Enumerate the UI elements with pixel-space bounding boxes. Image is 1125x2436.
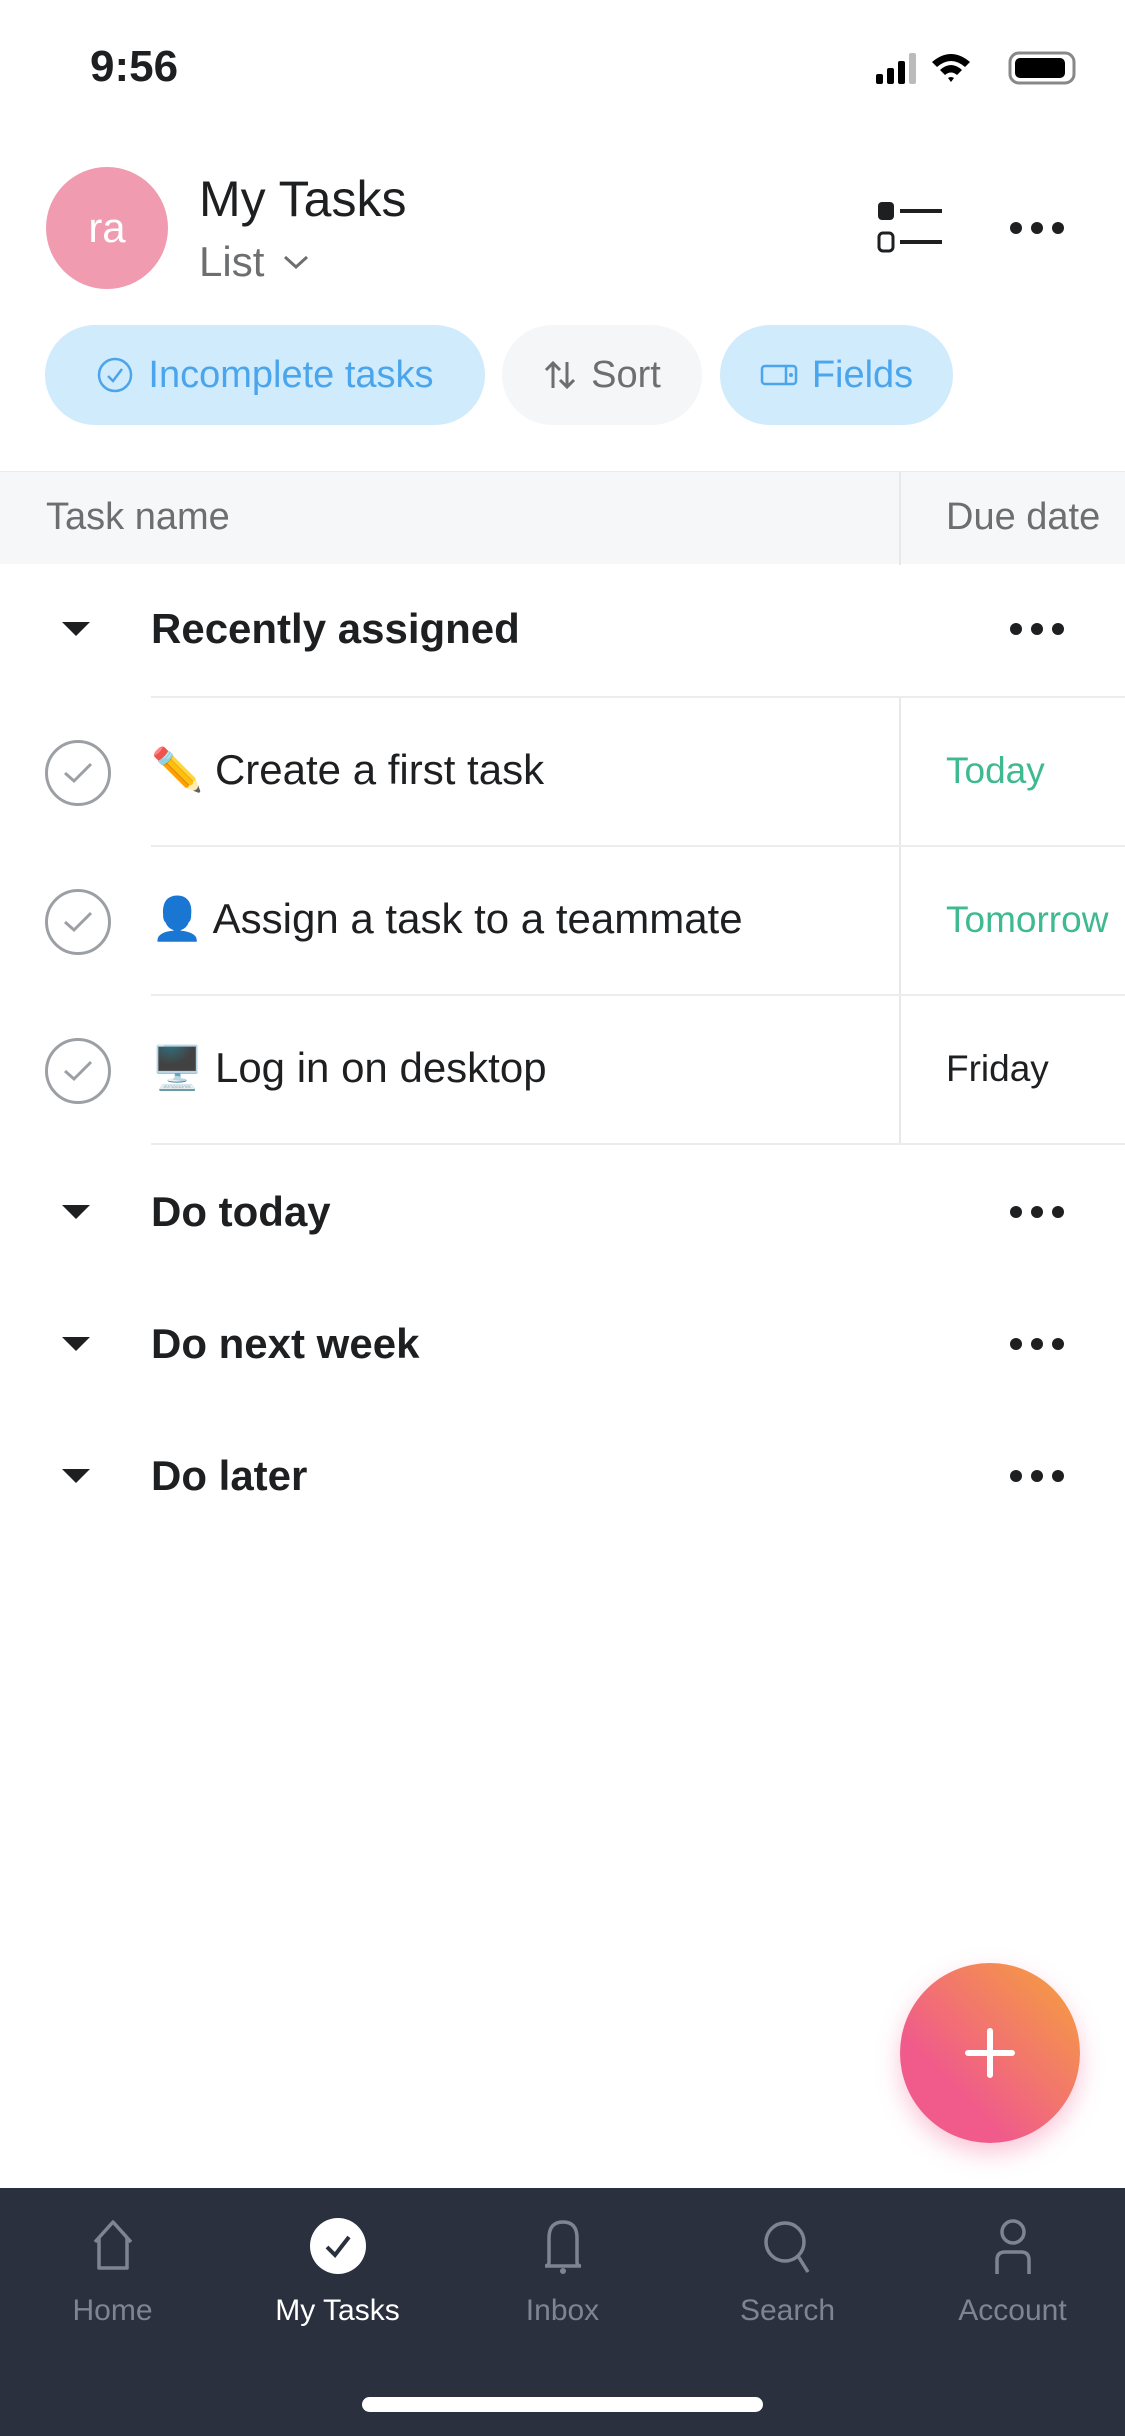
- add-task-button[interactable]: [900, 1963, 1080, 2143]
- section-more-button[interactable]: [1010, 623, 1064, 635]
- sort-label: Sort: [591, 353, 661, 396]
- chevron-down-icon: [284, 255, 309, 270]
- fields-icon: [760, 364, 798, 386]
- home-indicator[interactable]: [362, 2397, 763, 2412]
- section-title: Do today: [151, 1188, 331, 1235]
- person-icon: [994, 2219, 1031, 2274]
- fields-label: Fields: [811, 353, 914, 396]
- collapse-triangle-icon[interactable]: [62, 622, 90, 636]
- tab-label: Inbox: [525, 2294, 600, 2327]
- due-date[interactable]: Today: [946, 750, 1045, 792]
- check-icon: [64, 911, 93, 933]
- complete-checkbox[interactable]: [45, 740, 111, 806]
- tab-account[interactable]: Account: [900, 2216, 1125, 2328]
- status-time: 9:56: [90, 42, 179, 91]
- check-icon: [64, 762, 93, 784]
- divider: [151, 1143, 1125, 1145]
- task-name[interactable]: 🖥️ Log in on desktop: [151, 1044, 547, 1093]
- status-icons: [876, 50, 1076, 91]
- sort-arrows-icon: [545, 360, 576, 390]
- task-title: Create a first task: [214, 746, 545, 793]
- view-switcher[interactable]: List: [199, 238, 310, 286]
- tab-label: My Tasks: [275, 2294, 400, 2327]
- task-name[interactable]: ✏️ Create a first task: [151, 746, 544, 795]
- section-do-today[interactable]: Do today: [0, 1167, 1125, 1257]
- tab-home[interactable]: Home: [0, 2216, 225, 2328]
- due-date[interactable]: Tomorrow: [946, 899, 1108, 941]
- check-icon: [64, 1060, 93, 1082]
- tab-search[interactable]: Search: [675, 2216, 900, 2328]
- column-header: Task name Due date: [0, 471, 1125, 565]
- list-layout-icon: [877, 202, 942, 253]
- signal-wifi-battery-icon: [876, 51, 1076, 85]
- task-title: Log in on desktop: [214, 1044, 547, 1091]
- incomplete-tasks-filter[interactable]: Incomplete tasks: [45, 325, 485, 425]
- home-icon: [93, 2220, 132, 2270]
- complete-checkbox[interactable]: [45, 1038, 111, 1104]
- check-circle-icon: [309, 2218, 366, 2274]
- task-name-column[interactable]: Task name: [46, 496, 230, 539]
- collapse-triangle-icon[interactable]: [62, 1469, 90, 1483]
- task-emoji: 🖥️: [151, 1044, 204, 1091]
- page-title: My Tasks: [199, 171, 407, 227]
- tab-label: Search: [739, 2294, 836, 2327]
- check-circle-icon: [98, 357, 133, 393]
- tab-label: Home: [72, 2294, 153, 2327]
- task-emoji: 👤: [151, 895, 204, 942]
- column-divider: [899, 472, 901, 565]
- collapse-triangle-icon[interactable]: [62, 1205, 90, 1219]
- section-title: Do later: [151, 1452, 308, 1499]
- task-row[interactable]: 👤 Assign a task to a teammate Tomorrow: [0, 847, 1125, 996]
- section-more-button[interactable]: [1010, 1470, 1064, 1482]
- section-recently-assigned[interactable]: Recently assigned: [0, 584, 1125, 674]
- section-title: Do next week: [151, 1320, 420, 1367]
- more-options-button[interactable]: [1010, 222, 1064, 234]
- complete-checkbox[interactable]: [45, 889, 111, 955]
- view-label: List: [199, 238, 265, 285]
- bell-icon: [544, 2220, 581, 2274]
- due-date[interactable]: Friday: [946, 1048, 1049, 1090]
- tab-label: Account: [958, 2294, 1067, 2327]
- section-do-next-week[interactable]: Do next week: [0, 1299, 1125, 1389]
- section-more-button[interactable]: [1010, 1338, 1064, 1350]
- section-title: Recently assigned: [151, 605, 520, 652]
- fields-button[interactable]: Fields: [720, 325, 953, 425]
- task-row[interactable]: ✏️ Create a first task Today: [0, 698, 1125, 847]
- plus-icon: [965, 2028, 1015, 2078]
- collapse-triangle-icon[interactable]: [62, 1337, 90, 1351]
- due-date-column[interactable]: Due date: [946, 496, 1100, 539]
- tab-my-tasks[interactable]: My Tasks: [225, 2216, 450, 2328]
- tab-inbox[interactable]: Inbox: [450, 2216, 675, 2328]
- section-more-button[interactable]: [1010, 1206, 1064, 1218]
- task-name[interactable]: 👤 Assign a task to a teammate: [151, 895, 743, 944]
- task-row[interactable]: 🖥️ Log in on desktop Friday: [0, 996, 1125, 1145]
- search-icon: [763, 2221, 809, 2273]
- avatar[interactable]: ra: [46, 167, 168, 289]
- sort-button[interactable]: Sort: [502, 325, 702, 425]
- layout-toggle-button[interactable]: [876, 200, 946, 261]
- task-title: Assign a task to a teammate: [212, 895, 743, 942]
- incomplete-tasks-label: Incomplete tasks: [148, 353, 434, 396]
- task-emoji: ✏️: [151, 746, 204, 793]
- section-do-later[interactable]: Do later: [0, 1431, 1125, 1521]
